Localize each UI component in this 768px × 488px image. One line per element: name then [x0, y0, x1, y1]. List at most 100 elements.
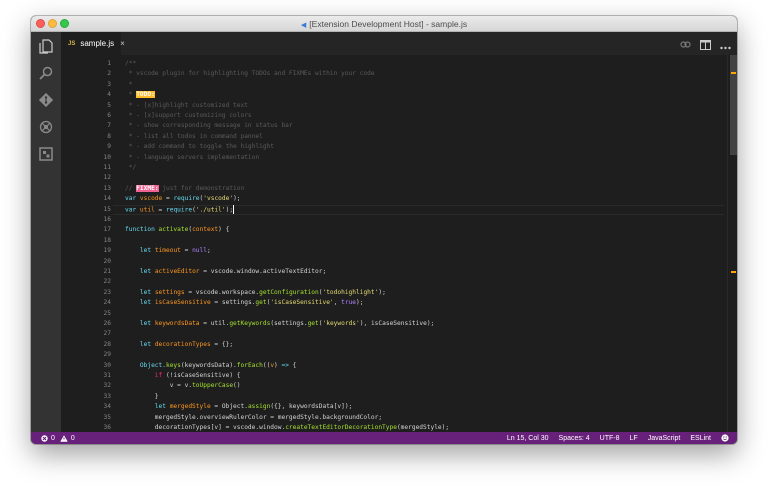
code-line[interactable]: Object.keys(keywordsData).forEach((v) =>…: [125, 361, 297, 371]
line-number: 11: [103, 164, 111, 171]
code-line[interactable]: function activate(context) {: [125, 225, 229, 235]
code-token: (): [233, 382, 241, 390]
language-mode[interactable]: JavaScript: [648, 435, 681, 442]
code-token: ), isCaseSensitive);: [359, 320, 435, 327]
open-changes-icon[interactable]: [680, 37, 691, 55]
code-line[interactable]: * TODO:: [125, 90, 155, 100]
code-line[interactable]: */: [125, 163, 136, 173]
highlight-token: FIXME:: [136, 184, 159, 192]
code-line[interactable]: let isCaseSensitive = settings.get('isCa…: [125, 298, 364, 308]
code-line[interactable]: * - [x]support customizing colors: [125, 111, 252, 121]
code-token: keys: [165, 361, 181, 369]
line-number: 13: [103, 184, 111, 192]
end-of-line[interactable]: LF: [630, 435, 638, 442]
code-token: get: [255, 299, 267, 307]
code-line[interactable]: *: [125, 80, 133, 90]
code-token: settings: [154, 288, 185, 296]
search-icon[interactable]: [38, 65, 54, 81]
code-line[interactable]: decorationTypes[v] = vscode.window.creat…: [125, 423, 449, 432]
line-number: 25: [103, 309, 111, 317]
code-token: (!isCaseSensitive) {: [165, 372, 241, 379]
line-number: 26: [103, 320, 111, 327]
code-token: timeout: [154, 247, 181, 255]
code-token: v = v.: [125, 382, 193, 390]
line-number: 28: [103, 340, 111, 348]
code-token: null: [192, 247, 207, 255]
code-token: mergedStyle: [169, 403, 211, 411]
code-token: activeEditor: [154, 268, 200, 275]
linter-status[interactable]: ESLint: [690, 435, 711, 442]
line-number: 7: [107, 122, 111, 130]
code-token: activate: [158, 226, 189, 234]
code-line[interactable]: let mergedStyle = Object.assign({}, keyw…: [125, 402, 352, 412]
code-token: just for demonstration: [158, 184, 245, 192]
split-editor-icon[interactable]: [700, 37, 711, 55]
line-number: 30: [103, 361, 111, 369]
files-icon[interactable]: [38, 38, 54, 54]
cursor-position[interactable]: Ln 15, Col 30: [507, 435, 549, 442]
code-line[interactable]: let activeEditor = vscode.window.activeT…: [125, 267, 326, 277]
git-icon[interactable]: [38, 92, 54, 108]
smiley-icon[interactable]: [721, 434, 729, 442]
code-line[interactable]: mergedStyle.overviewRulerColor = mergedS…: [125, 413, 382, 423]
code-line[interactable]: if (!isCaseSensitive) {: [125, 371, 241, 381]
code-area[interactable]: /** * vscode plugin for highlighting TOD…: [125, 55, 725, 432]
close-icon[interactable]: ×: [120, 39, 125, 48]
code-token: getConfiguration: [259, 288, 319, 296]
problems-indicator[interactable]: 0 0: [41, 432, 75, 444]
code-line[interactable]: * - list all todos in command pannel: [125, 132, 263, 142]
code-token: Object.: [125, 361, 166, 369]
code-token: require: [173, 195, 200, 203]
code-line[interactable]: * - language servers implementation: [125, 153, 259, 163]
code-token: get: [307, 320, 319, 327]
line-number: 14: [103, 195, 111, 203]
status-bar: 0 0 Ln 15, Col 30 Spaces: 4 UTF-8 LF Jav…: [31, 432, 737, 444]
code-token: let: [125, 299, 155, 307]
extensions-icon[interactable]: [38, 146, 54, 162]
debug-icon[interactable]: [38, 119, 54, 135]
line-number: 23: [103, 288, 111, 296]
line-number: 20: [103, 257, 111, 265]
code-token: = {};: [210, 340, 234, 348]
code-token: 'isCaseSensitive': [270, 299, 334, 307]
code-token: forEach: [236, 361, 263, 369]
code-line[interactable]: var vscode = require('vscode');: [125, 194, 241, 204]
code-line[interactable]: var util = require('./util');: [125, 204, 235, 215]
code-line[interactable]: * - add command to toggle the highlight: [125, 142, 274, 152]
code-token: =: [154, 206, 166, 214]
code-token: var: [125, 206, 140, 214]
code-token: require: [166, 206, 193, 214]
line-number: 19: [103, 247, 111, 255]
code-line[interactable]: let timeout = null;: [125, 246, 211, 256]
code-line[interactable]: let keywordsData = util.getKeywords(sett…: [125, 319, 434, 329]
code-line[interactable]: * - show corresponding message in status…: [125, 121, 293, 131]
code-token: /**: [125, 60, 137, 67]
code-line[interactable]: * vscode plugin for highlighting TODOs a…: [125, 69, 375, 79]
code-token: if: [125, 372, 166, 379]
line-number: 2: [107, 70, 111, 78]
overview-ruler-mark: [731, 72, 736, 74]
encoding[interactable]: UTF-8: [600, 435, 620, 442]
line-number: 22: [103, 278, 111, 286]
code-token: let: [125, 288, 155, 296]
code-line[interactable]: * - [x]highlight customized text: [125, 101, 248, 111]
code-line[interactable]: /**: [125, 59, 136, 69]
line-number: 17: [103, 226, 111, 234]
highlight-token: TODO:: [136, 91, 155, 99]
vertical-scrollbar[interactable]: [727, 55, 737, 432]
code-editor[interactable]: 1 2 3 4 5 6 7 8 9 10 11 12 13 14 15 16 17 18 19 20 21 22 23 24 2…: [61, 55, 737, 432]
text-cursor: [233, 204, 235, 214]
code-line[interactable]: }: [125, 392, 159, 402]
code-line[interactable]: let settings = vscode.workspace.getConfi…: [125, 288, 386, 298]
code-line[interactable]: let decorationTypes = {};: [125, 340, 233, 350]
code-token: );: [233, 195, 241, 203]
line-number: 5: [107, 101, 111, 109]
code-line[interactable]: // FIXME: just for demonstration: [125, 184, 244, 194]
code-line[interactable]: v = v.toUpperCase(): [125, 381, 241, 391]
code-token: * - show corresponding message in status…: [125, 122, 293, 130]
tab-sample-js[interactable]: JS sample.js ×: [61, 32, 125, 55]
scrollbar-thumb[interactable]: [730, 55, 737, 155]
more-actions-icon[interactable]: [720, 37, 731, 55]
indentation[interactable]: Spaces: 4: [559, 435, 590, 442]
error-count: 0: [51, 434, 55, 442]
